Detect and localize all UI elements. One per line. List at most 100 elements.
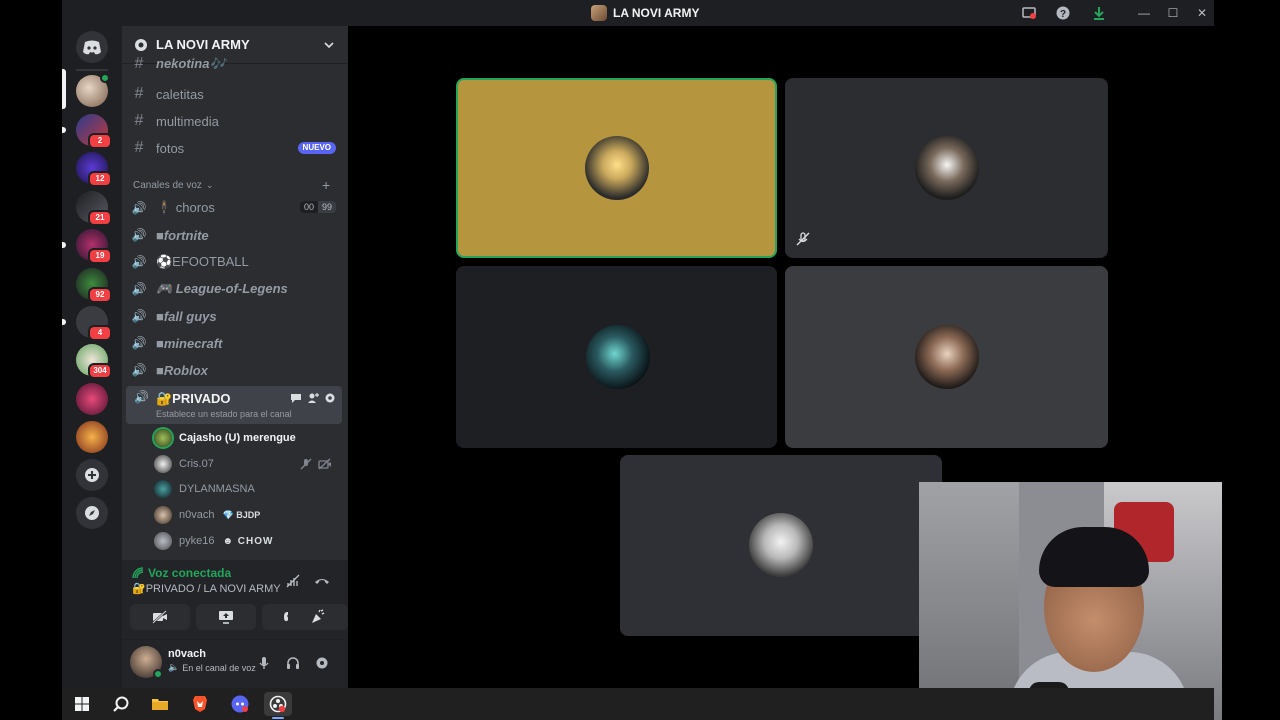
online-status-icon: [153, 669, 163, 679]
cam-person-hair: [1039, 527, 1149, 587]
voice-connection-panel: Voz conectada 🔐PRIVADO / LA NOVI ARMY: [122, 560, 348, 640]
channel-label: 🕴 choros: [156, 200, 215, 215]
avatar: [154, 506, 172, 524]
channel-caletitas[interactable]: # caletitas: [128, 82, 342, 106]
speaker-icon: 🔊: [131, 228, 147, 242]
voice-channel-fortnite[interactable]: 🔊 ■fortnite: [128, 223, 342, 247]
minimize-icon[interactable]: —: [1135, 4, 1153, 22]
title-bar: LA NOVI ARMY ? — ☐ ✕: [62, 0, 1214, 26]
help-icon[interactable]: ?: [1054, 4, 1072, 22]
start-icon[interactable]: [68, 692, 96, 716]
voice-channel-league[interactable]: 🔊 🎮 League-of-Legens: [128, 277, 342, 301]
discord-home-icon[interactable]: [76, 31, 108, 63]
inbox-icon[interactable]: [1020, 4, 1038, 22]
screenshare-button[interactable]: [196, 604, 256, 630]
speaker-icon: 🔈: [168, 662, 180, 672]
chevron-down-icon: [324, 41, 334, 48]
channel-nekotina[interactable]: # nekotina🎶: [128, 54, 342, 74]
file-explorer-icon[interactable]: [146, 692, 174, 716]
participant-tile[interactable]: [785, 78, 1108, 258]
discord-app: LA NOVI ARMY ? — ☐ ✕ 2 12 21 19 92 4 304…: [0, 0, 1280, 720]
voice-channel-fall-guys[interactable]: 🔊 ■fall guys: [128, 304, 342, 328]
avatar: [154, 429, 172, 447]
voice-channel-privado[interactable]: 🔊 🔐PRIVADO Establece un estado para el c…: [126, 386, 342, 424]
gear-icon[interactable]: [324, 392, 336, 404]
microphone-icon[interactable]: [258, 656, 270, 670]
rail-server-7[interactable]: 4: [62, 306, 112, 341]
camera-toggle-button[interactable]: [130, 604, 190, 630]
maximize-icon[interactable]: ☐: [1164, 4, 1182, 22]
avatar: [154, 455, 172, 473]
voice-status[interactable]: Voz conectada: [132, 566, 231, 580]
channel-label: ■fall guys: [156, 308, 217, 324]
window-title: LA NOVI ARMY: [591, 5, 699, 21]
category-label: Canales de voz: [133, 179, 202, 191]
rail-server-3[interactable]: 12: [76, 152, 112, 187]
unread-badge: 92: [88, 287, 112, 303]
search-icon[interactable]: [107, 692, 135, 716]
brave-browser-icon[interactable]: [186, 692, 214, 716]
rail-server-10[interactable]: [76, 421, 108, 453]
avatar: [154, 532, 172, 550]
voice-channel-choros[interactable]: 🔊 🕴 choros 00 99: [128, 196, 342, 220]
avatar: [915, 325, 979, 389]
hash-icon: #: [134, 55, 144, 72]
noise-suppression-icon[interactable]: [285, 573, 301, 589]
signal-icon: [132, 567, 144, 579]
soundboard-button[interactable]: [288, 604, 348, 630]
avatar: [915, 136, 979, 200]
voice-channel-efootball[interactable]: 🔊 ⚽EFOOTBALL: [128, 250, 342, 274]
close-icon[interactable]: ✕: [1193, 4, 1211, 22]
voice-location[interactable]: 🔐PRIVADO / LA NOVI ARMY: [132, 582, 281, 595]
speaker-icon: 🔊: [131, 363, 147, 377]
participant-tile[interactable]: [456, 266, 777, 448]
participant-tile-speaking[interactable]: [456, 78, 777, 258]
avatar: [154, 480, 172, 498]
explore-icon[interactable]: [76, 497, 108, 529]
download-icon[interactable]: [1090, 4, 1108, 22]
rail-server-8[interactable]: 304: [76, 344, 112, 379]
rail-server-2[interactable]: 2: [62, 114, 112, 149]
participant-tile[interactable]: [620, 455, 942, 636]
mic-muted-icon: [796, 232, 810, 246]
add-channel-icon[interactable]: +: [322, 177, 330, 193]
settings-icon[interactable]: [315, 656, 329, 670]
obs-icon[interactable]: [264, 692, 292, 719]
window-title-text: LA NOVI ARMY: [613, 6, 700, 20]
rail-server-4[interactable]: 21: [76, 191, 112, 226]
add-server-icon[interactable]: [76, 459, 108, 491]
avatar: [749, 513, 813, 577]
disconnect-icon[interactable]: [314, 574, 330, 588]
participant-tile[interactable]: [785, 266, 1108, 448]
webcam-overlay: [919, 482, 1222, 720]
channel-fotos[interactable]: # fotos NUEVO: [128, 136, 342, 160]
speaker-icon: 🔊: [131, 201, 147, 215]
camera-off-icon: [152, 610, 167, 624]
invite-icon[interactable]: [307, 392, 319, 404]
channel-status-input[interactable]: Establece un estado para el canal: [156, 409, 292, 419]
voice-member[interactable]: Cajasho (U) merengue: [154, 427, 296, 449]
rail-server-6[interactable]: 92: [76, 268, 112, 303]
cam-background: [919, 482, 1019, 720]
headphones-icon[interactable]: [286, 656, 300, 670]
rail-server-9[interactable]: [76, 383, 108, 415]
speaker-icon: 🔊: [131, 336, 147, 350]
voice-member[interactable]: DYLANMASNA: [154, 478, 255, 500]
voice-channel-minecraft[interactable]: 🔊 ■minecraft: [128, 331, 342, 355]
username[interactable]: n0vach: [168, 648, 206, 660]
rail-server-5[interactable]: 19: [62, 229, 112, 264]
channel-label: multimedia: [156, 113, 219, 129]
new-tag: NUEVO: [297, 142, 336, 154]
voice-member[interactable]: Cris.07: [154, 453, 331, 475]
voice-channel-roblox[interactable]: 🔊 ■Roblox: [128, 358, 342, 382]
voice-member[interactable]: pyke16 ☻ CHOW: [154, 530, 273, 552]
rail-server-la-novi-army[interactable]: [62, 69, 110, 109]
voice-category-header[interactable]: Canales de voz ⌄: [133, 178, 213, 192]
chat-icon[interactable]: [290, 392, 302, 404]
voice-member[interactable]: n0vach 💎 BJDP: [154, 504, 260, 526]
discord-taskbar-icon[interactable]: [226, 692, 254, 716]
avatar[interactable]: [130, 646, 163, 679]
member-name: Cris.07: [179, 458, 214, 470]
screenshare-icon: [219, 611, 233, 624]
channel-multimedia[interactable]: # multimedia: [128, 109, 342, 133]
